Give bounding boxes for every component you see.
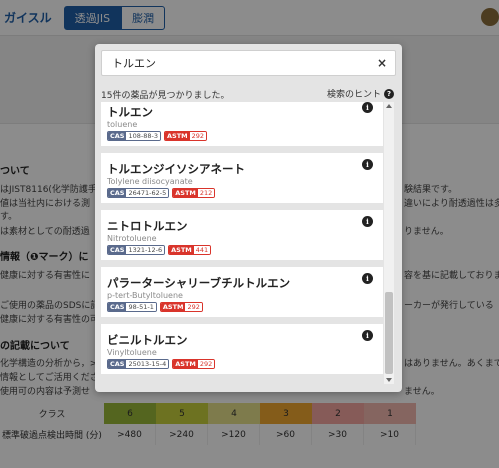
result-list: トルエン toluene CAS 108-88-3 ASTM 292 i トルエンジ… xyxy=(101,102,383,384)
scroll-up-arrow-icon[interactable] xyxy=(386,104,392,108)
scrollbar[interactable] xyxy=(384,102,394,384)
cas-badge-key: CAS xyxy=(108,303,127,311)
chemical-name: トルエンジイソシアネート xyxy=(107,162,245,176)
info-icon[interactable]: i xyxy=(362,216,373,227)
clear-icon[interactable]: × xyxy=(377,56,387,70)
chemical-english-name: p-tert-Butyltoluene xyxy=(107,291,183,300)
info-icon[interactable]: i xyxy=(362,273,373,284)
help-icon: ? xyxy=(384,88,394,99)
badge-group: CAS 108-88-3 ASTM 292 xyxy=(107,131,208,141)
cas-badge-key: CAS xyxy=(108,132,127,140)
search-modal: × 15件の薬品が見つかりました。 検索のヒント ? トルエン toluene … xyxy=(95,44,402,392)
chemical-english-name: toluene xyxy=(107,120,138,129)
astm-badge: ASTM 292 xyxy=(164,131,208,141)
cas-badge: CAS 108-88-3 xyxy=(107,131,161,141)
cas-badge: CAS 26471-62-5 xyxy=(107,188,170,198)
result-count: 15件の薬品が見つかりました。 xyxy=(101,91,230,101)
search-box: × xyxy=(101,50,396,76)
badge-group: CAS 26471-62-5 ASTM 212 xyxy=(107,188,216,198)
astm-badge-key: ASTM xyxy=(160,303,186,311)
astm-badge: ASTM 212 xyxy=(172,188,216,198)
chemical-name: ビニルトルエン xyxy=(107,333,188,347)
result-card[interactable]: ビニルトルエン Vinyltoluene CAS 25013-15-4 ASTM 2… xyxy=(101,324,383,374)
astm-badge-key: ASTM xyxy=(173,360,198,368)
result-card[interactable]: パラーターシャリーブチルトルエン p-tert-Butyltoluene CAS… xyxy=(101,267,383,317)
result-card[interactable]: トルエンジイソシアネート Tolylene diisocyanate CAS 26… xyxy=(101,153,383,203)
cas-number: 98-51-1 xyxy=(126,303,156,311)
search-input[interactable] xyxy=(112,56,362,70)
info-icon[interactable]: i xyxy=(362,330,373,341)
info-icon[interactable]: i xyxy=(362,159,373,170)
scroll-thumb[interactable] xyxy=(385,292,393,374)
cas-badge: CAS 98-51-1 xyxy=(107,302,157,312)
cas-badge-key: CAS xyxy=(108,189,127,197)
astm-number: 292 xyxy=(189,132,207,140)
badge-group: CAS 25013-15-4 ASTM 292 xyxy=(107,359,216,369)
chemical-english-name: Vinyltoluene xyxy=(107,348,157,357)
cas-badge-key: CAS xyxy=(108,360,127,368)
astm-badge-key: ASTM xyxy=(169,246,194,254)
badge-group: CAS 1321-12-6 ASTM 441 xyxy=(107,245,212,255)
astm-badge-key: ASTM xyxy=(165,132,190,140)
badge-group: CAS 98-51-1 ASTM 292 xyxy=(107,302,203,312)
cas-number: 1321-12-6 xyxy=(126,246,165,254)
chemical-name: パラーターシャリーブチルトルエン xyxy=(107,276,291,290)
astm-badge: ASTM 441 xyxy=(168,245,212,255)
cas-badge: CAS 1321-12-6 xyxy=(107,245,166,255)
scroll-down-arrow-icon[interactable] xyxy=(386,378,392,382)
astm-number: 292 xyxy=(185,303,202,311)
search-hint-label: 検索のヒント xyxy=(326,90,381,100)
cas-number: 108-88-3 xyxy=(126,132,160,140)
result-card[interactable]: トルエン toluene CAS 108-88-3 ASTM 292 i xyxy=(101,102,383,146)
chemical-name: ニトロトルエン xyxy=(107,219,188,233)
astm-badge: ASTM 292 xyxy=(172,359,216,369)
astm-badge: ASTM 292 xyxy=(159,302,203,312)
chemical-english-name: Nitrotoluene xyxy=(107,234,157,243)
cas-badge: CAS 25013-15-4 xyxy=(107,359,170,369)
astm-badge-key: ASTM xyxy=(173,189,198,197)
search-hint-link[interactable]: 検索のヒント ? xyxy=(327,87,394,100)
astm-number: 441 xyxy=(193,246,211,254)
cas-number: 25013-15-4 xyxy=(126,360,169,368)
cas-badge-key: CAS xyxy=(108,246,127,254)
info-icon[interactable]: i xyxy=(362,102,373,113)
chemical-english-name: Tolylene diisocyanate xyxy=(107,177,193,186)
result-card[interactable]: ニトロトルエン Nitrotoluene CAS 1321-12-6 ASTM 44… xyxy=(101,210,383,260)
cas-number: 26471-62-5 xyxy=(126,189,169,197)
astm-number: 212 xyxy=(197,189,215,197)
astm-number: 292 xyxy=(197,360,215,368)
chemical-name: トルエン xyxy=(107,105,153,119)
